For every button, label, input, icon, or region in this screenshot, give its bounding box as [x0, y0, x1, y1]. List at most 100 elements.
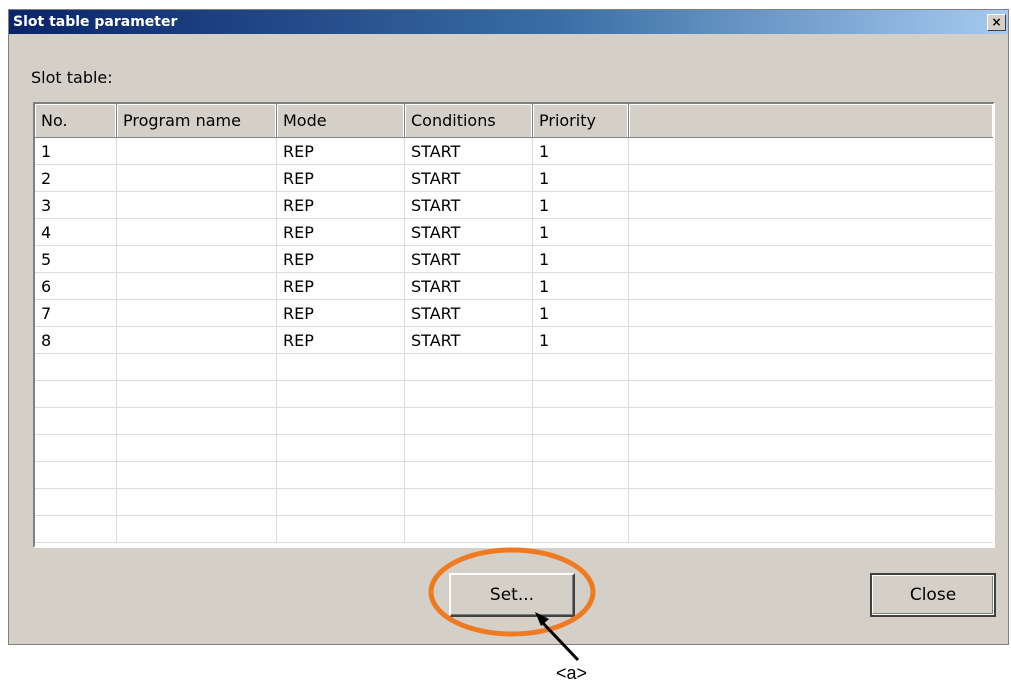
empty-table-row[interactable]: [35, 354, 993, 381]
cell-priority: [533, 354, 629, 381]
cell-mode: [277, 381, 405, 408]
cell-mode: REP: [277, 165, 405, 192]
cell-program-name: [117, 138, 277, 165]
cell-program-name: [117, 246, 277, 273]
cell-conditions: [405, 381, 533, 408]
cell-filler: [629, 354, 993, 381]
cell-filler: [629, 192, 993, 219]
cell-priority: 1: [533, 273, 629, 300]
cell-program-name: [117, 273, 277, 300]
cell-no: [35, 462, 117, 489]
cell-filler: [629, 408, 993, 435]
cell-program-name: [117, 354, 277, 381]
cell-priority: [533, 435, 629, 462]
cell-program-name: [117, 165, 277, 192]
slot-table-dialog: Slot table parameter × Slot table: No. P…: [8, 9, 1009, 645]
cell-priority: [533, 408, 629, 435]
table-row[interactable]: 4 REP START 1: [35, 219, 993, 246]
cell-conditions: START: [405, 165, 533, 192]
cell-mode: REP: [277, 327, 405, 354]
cell-conditions: START: [405, 246, 533, 273]
cell-priority: [533, 462, 629, 489]
cell-conditions: [405, 408, 533, 435]
column-header-program-name[interactable]: Program name: [117, 104, 277, 137]
cell-no: [35, 408, 117, 435]
cell-no: [35, 381, 117, 408]
cell-filler: [629, 462, 993, 489]
cell-filler: [629, 300, 993, 327]
cell-mode: [277, 489, 405, 516]
set-button[interactable]: Set...: [449, 573, 575, 617]
cell-conditions: [405, 435, 533, 462]
cell-no: 2: [35, 165, 117, 192]
cell-priority: 1: [533, 165, 629, 192]
cell-no: [35, 354, 117, 381]
empty-table-row[interactable]: [35, 462, 993, 489]
window-title: Slot table parameter: [13, 14, 178, 30]
table-row[interactable]: 7 REP START 1: [35, 300, 993, 327]
cell-filler: [629, 516, 993, 543]
cell-conditions: [405, 489, 533, 516]
empty-table-row[interactable]: [35, 408, 993, 435]
cell-mode: REP: [277, 192, 405, 219]
column-header-priority[interactable]: Priority: [533, 104, 629, 137]
cell-program-name: [117, 192, 277, 219]
cell-program-name: [117, 300, 277, 327]
column-header-conditions[interactable]: Conditions: [405, 104, 533, 137]
cell-mode: [277, 516, 405, 543]
table-row[interactable]: 2 REP START 1: [35, 165, 993, 192]
empty-table-row[interactable]: [35, 489, 993, 516]
cell-no: 5: [35, 246, 117, 273]
empty-table-row[interactable]: [35, 381, 993, 408]
table-row[interactable]: 5 REP START 1: [35, 246, 993, 273]
table-row[interactable]: 1 REP START 1: [35, 138, 993, 165]
cell-program-name: [117, 219, 277, 246]
cell-priority: 1: [533, 138, 629, 165]
cell-program-name: [117, 327, 277, 354]
cell-mode: [277, 462, 405, 489]
cell-conditions: START: [405, 327, 533, 354]
cell-filler: [629, 327, 993, 354]
cell-filler: [629, 219, 993, 246]
cell-conditions: START: [405, 192, 533, 219]
cell-mode: REP: [277, 246, 405, 273]
slot-table-label: Slot table:: [31, 68, 113, 87]
empty-table-row[interactable]: [35, 516, 993, 543]
table-row[interactable]: 3 REP START 1: [35, 192, 993, 219]
close-button[interactable]: Close: [870, 573, 996, 617]
cell-filler: [629, 246, 993, 273]
cell-conditions: START: [405, 219, 533, 246]
cell-program-name: [117, 462, 277, 489]
cell-conditions: START: [405, 300, 533, 327]
close-window-icon[interactable]: ×: [987, 14, 1006, 31]
cell-no: [35, 516, 117, 543]
cell-no: 8: [35, 327, 117, 354]
column-header-no[interactable]: No.: [35, 104, 117, 137]
cell-program-name: [117, 435, 277, 462]
cell-filler: [629, 435, 993, 462]
cell-filler: [629, 138, 993, 165]
table-header: No. Program name Mode Conditions Priorit…: [35, 104, 993, 138]
cell-conditions: START: [405, 138, 533, 165]
cell-mode: REP: [277, 138, 405, 165]
cell-mode: REP: [277, 300, 405, 327]
cell-filler: [629, 381, 993, 408]
cell-no: 4: [35, 219, 117, 246]
cell-conditions: [405, 354, 533, 381]
cell-conditions: [405, 462, 533, 489]
cell-mode: [277, 435, 405, 462]
cell-no: 1: [35, 138, 117, 165]
cell-priority: 1: [533, 192, 629, 219]
cell-program-name: [117, 516, 277, 543]
empty-table-row[interactable]: [35, 435, 993, 462]
cell-priority: 1: [533, 219, 629, 246]
cell-mode: [277, 354, 405, 381]
column-header-mode[interactable]: Mode: [277, 104, 405, 137]
slot-table[interactable]: No. Program name Mode Conditions Priorit…: [33, 102, 995, 548]
cell-mode: REP: [277, 219, 405, 246]
cell-program-name: [117, 381, 277, 408]
table-row[interactable]: 8 REP START 1: [35, 327, 993, 354]
table-row[interactable]: 6 REP START 1: [35, 273, 993, 300]
cell-no: [35, 435, 117, 462]
column-header-filler: [629, 104, 993, 137]
